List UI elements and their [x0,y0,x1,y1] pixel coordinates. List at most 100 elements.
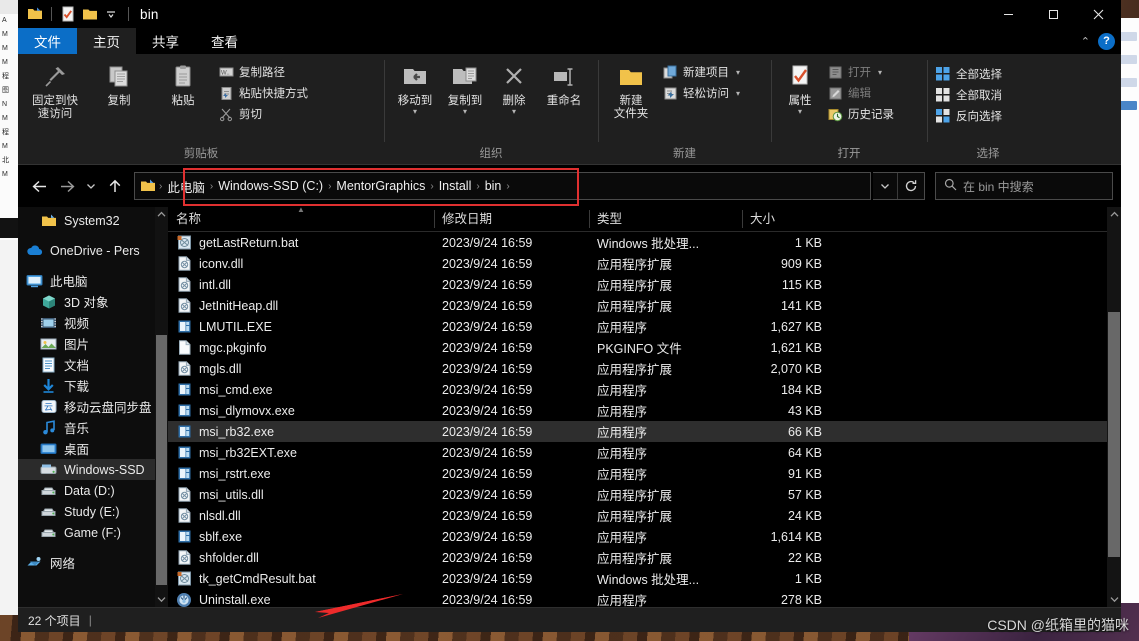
file-name-cell[interactable]: iconv.dll [168,256,434,272]
sidebar-scrollbar[interactable] [155,207,168,607]
easy-access-caret-icon[interactable]: ▾ [736,89,740,98]
address-dropdown-button[interactable] [873,173,897,199]
file-name-cell[interactable]: shfolder.dll [168,550,434,566]
sidebar-item-3d-objects[interactable]: 3D 对象 [18,291,168,312]
file-name-cell[interactable]: mgls.dll [168,361,434,377]
breadcrumb-item-bin[interactable]: bin [480,179,507,193]
file-name-cell[interactable]: mgc.pkginfo [168,340,434,356]
breadcrumb-item-windows-ssd[interactable]: Windows-SSD (C:) [213,179,328,193]
new-item-caret-icon[interactable]: ▾ [736,68,740,77]
table-row[interactable]: iconv.dll 2023/9/24 16:59 应用程序扩展 909 KB [168,253,1121,274]
new-folder2-qat-icon[interactable] [81,5,99,23]
new-item-button[interactable]: 新建项目 ▾ [660,62,745,82]
table-row[interactable]: msi_dlymovx.exe 2023/9/24 16:59 应用程序 43 KB [168,400,1121,421]
file-name-cell[interactable]: msi_dlymovx.exe [168,403,434,419]
properties-qat-icon[interactable] [59,5,77,23]
file-list-scrollbar[interactable] [1107,207,1121,607]
table-row[interactable]: Uninstall.exe 2023/9/24 16:59 应用程序 278 KB [168,589,1121,607]
sidebar-item-desktop[interactable]: 桌面 [18,438,168,459]
refresh-button[interactable] [897,173,924,199]
rename-button[interactable]: 重命名 [538,58,590,108]
table-row[interactable]: msi_utils.dll 2023/9/24 16:59 应用程序扩展 57 KB [168,484,1121,505]
table-row[interactable]: msi_rb32EXT.exe 2023/9/24 16:59 应用程序 64 KB [168,442,1121,463]
properties-caret-icon[interactable]: ▾ [798,108,802,116]
table-row[interactable]: JetInitHeap.dll 2023/9/24 16:59 应用程序扩展 141 … [168,295,1121,316]
file-scroll-up-arrow-icon[interactable] [1107,207,1121,222]
table-row[interactable]: msi_cmd.exe 2023/9/24 16:59 应用程序 184 KB [168,379,1121,400]
file-name-cell[interactable]: tk_getCmdResult.bat [168,571,434,587]
cut-button[interactable]: 剪切 [216,104,313,124]
sidebar-item-documents[interactable]: 文档 [18,354,168,375]
copy-button[interactable]: 复制 [88,58,150,108]
tab-share[interactable]: 共享 [136,28,195,54]
breadcrumb-item-this-pc[interactable]: 此电脑 [162,177,210,196]
up-button[interactable] [102,173,128,199]
address-path-box[interactable]: › 此电脑 › Windows-SSD (C:) › MentorGraphic… [134,172,871,200]
file-name-cell[interactable]: nlsdl.dll [168,508,434,524]
sidebar-item-data-d[interactable]: Data (D:) [18,480,168,501]
table-row[interactable]: getLastReturn.bat 2023/9/24 16:59 Windows … [168,232,1121,253]
open-caret-icon[interactable]: ▾ [878,68,882,77]
sidebar-item-windows-ssd[interactable]: Windows-SSD [18,459,168,480]
sidebar-item-game-f[interactable]: Game (F:) [18,522,168,543]
table-row[interactable]: mgls.dll 2023/9/24 16:59 应用程序扩展 2,070 KB [168,358,1121,379]
sidebar-item-pictures[interactable]: 图片 [18,333,168,354]
open-button[interactable]: 打开 ▾ [825,62,899,82]
table-row[interactable]: mgc.pkginfo 2023/9/24 16:59 PKGINFO 文件 1,62… [168,337,1121,358]
close-button[interactable] [1076,0,1121,28]
select-all-button[interactable]: 全部选择 [933,64,1007,84]
file-name-cell[interactable]: msi_cmd.exe [168,382,434,398]
pin-to-quick-access-button[interactable]: 固定到快 速访问 [24,58,86,121]
back-button[interactable] [26,173,52,199]
select-none-button[interactable]: 全部取消 [933,85,1007,105]
copy-to-caret-icon[interactable]: ▾ [463,108,467,116]
forward-button[interactable] [54,173,80,199]
crumb-separator[interactable]: › [506,181,509,192]
file-name-cell[interactable]: msi_rb32EXT.exe [168,445,434,461]
column-header-size[interactable]: 大小 [742,207,830,231]
help-button[interactable]: ? [1098,32,1115,50]
column-header-type[interactable]: 类型 [589,207,742,231]
file-scroll-down-arrow-icon[interactable] [1107,592,1121,607]
sidebar-item-study-e[interactable]: Study (E:) [18,501,168,522]
tab-file[interactable]: 文件 [18,28,77,54]
minimize-button[interactable] [986,0,1031,28]
file-name-cell[interactable]: LMUTIL.EXE [168,319,434,335]
file-name-cell[interactable]: intl.dll [168,277,434,293]
sidebar-item-onedrive[interactable]: OneDrive - Pers [18,240,168,261]
move-to-caret-icon[interactable]: ▾ [413,108,417,116]
file-name-cell[interactable]: msi_rb32.exe [168,424,434,440]
paste-button[interactable]: 粘贴 [152,58,214,108]
copy-path-button[interactable]: W.. 复制路径 [216,62,313,82]
sidebar-item-cloud-sync[interactable]: 云 移动云盘同步盘 [18,396,168,417]
sidebar-scroll-thumb[interactable] [156,335,167,585]
table-row[interactable]: LMUTIL.EXE 2023/9/24 16:59 应用程序 1,627 KB [168,316,1121,337]
table-row[interactable]: tk_getCmdResult.bat 2023/9/24 16:59 Window… [168,568,1121,589]
table-row[interactable]: msi_rstrt.exe 2023/9/24 16:59 应用程序 91 KB [168,463,1121,484]
qat-chevron-down-icon[interactable] [103,5,121,23]
maximize-button[interactable] [1031,0,1076,28]
collapse-ribbon-chevron-icon[interactable]: ⌃ [1081,35,1090,48]
easy-access-button[interactable]: 轻松访问 ▾ [660,83,745,103]
copy-to-button[interactable]: 复制到 ▾ [440,58,490,116]
file-name-cell[interactable]: Uninstall.exe [168,592,434,608]
sidebar-item-this-pc[interactable]: 此电脑 [18,270,168,291]
paste-shortcut-button[interactable]: 粘贴快捷方式 [216,83,313,103]
sidebar-item-system32[interactable]: System32 [18,210,168,231]
file-name-cell[interactable]: msi_utils.dll [168,487,434,503]
properties-button[interactable]: 属性 ▾ [777,58,823,116]
file-name-cell[interactable]: msi_rstrt.exe [168,466,434,482]
move-to-button[interactable]: 移动到 ▾ [390,58,440,116]
delete-button[interactable]: 删除 ▾ [490,58,538,116]
file-name-cell[interactable]: JetInitHeap.dll [168,298,434,314]
breadcrumb-item-mentorgraphics[interactable]: MentorGraphics [331,179,430,193]
search-box[interactable]: 在 bin 中搜索 [935,172,1113,200]
tab-view[interactable]: 查看 [195,28,254,54]
table-row[interactable]: intl.dll 2023/9/24 16:59 应用程序扩展 115 KB [168,274,1121,295]
new-folder-button[interactable]: 新建 文件夹 [604,58,658,121]
sidebar-scroll-down-arrow-icon[interactable] [155,592,168,607]
table-row[interactable]: sblf.exe 2023/9/24 16:59 应用程序 1,614 KB [168,526,1121,547]
file-name-cell[interactable]: sblf.exe [168,529,434,545]
sidebar-item-music[interactable]: 音乐 [18,417,168,438]
invert-selection-button[interactable]: 反向选择 [933,106,1007,126]
